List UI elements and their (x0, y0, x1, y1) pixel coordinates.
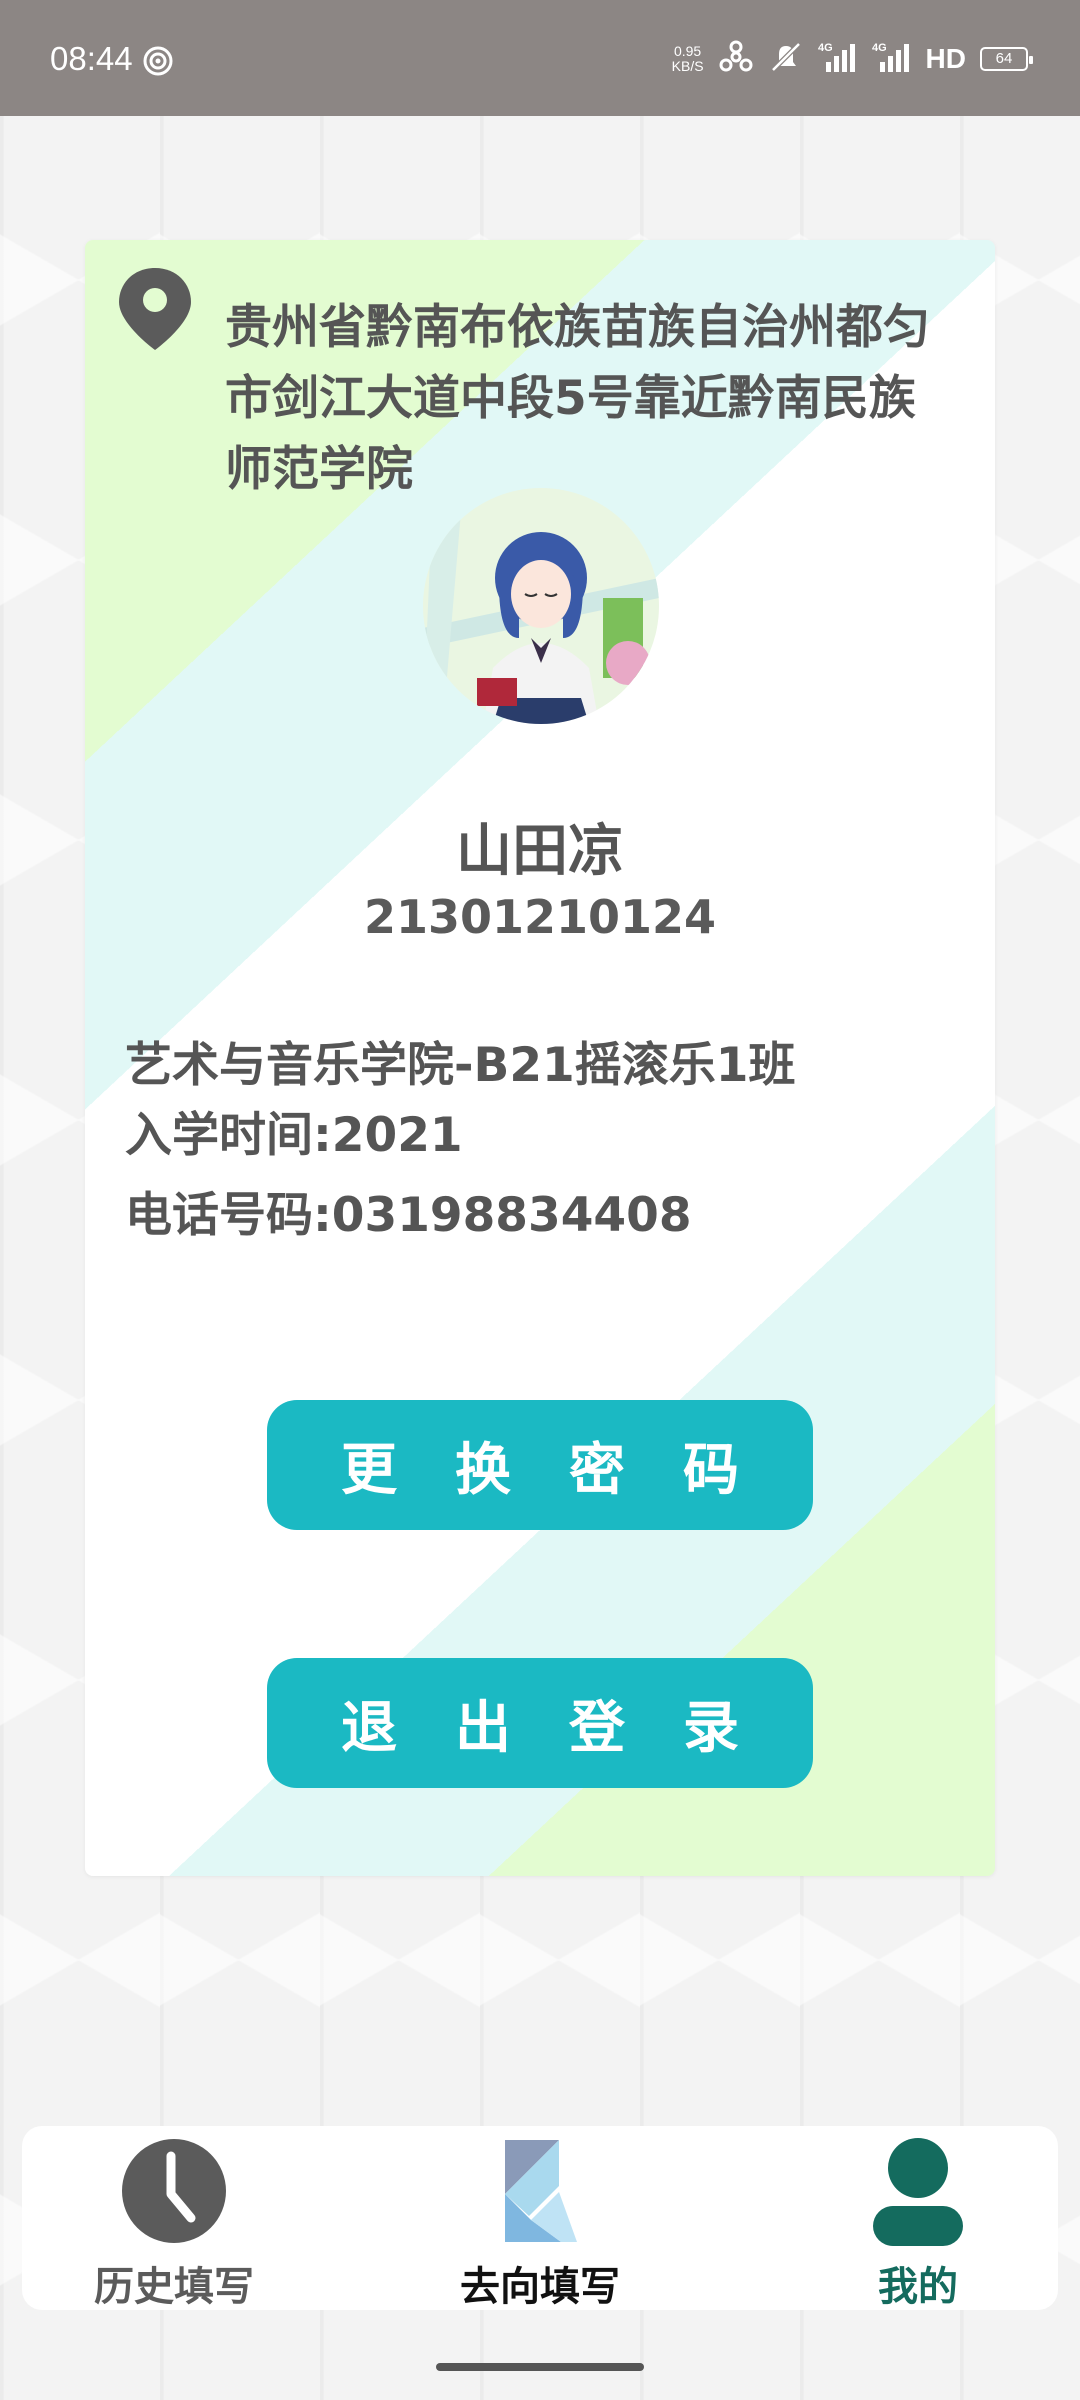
nav-history[interactable]: 历史填写 (44, 2136, 304, 2312)
signal-4g-icon: 4G (818, 40, 858, 78)
svg-text:4G: 4G (818, 42, 833, 54)
mute-bell-icon (768, 40, 804, 78)
home-indicator[interactable] (436, 2363, 644, 2371)
nav-mine[interactable]: 我的 (788, 2136, 1048, 2312)
network-speed: 0.95 KB/S (672, 44, 704, 74)
clock-icon (119, 2139, 229, 2250)
bottom-nav: 历史填写 去向填写 我的 (22, 2126, 1058, 2310)
hd-label: HD (925, 43, 966, 74)
status-time: 08:44 (50, 40, 133, 77)
network-speed-value: 0.95 (673, 43, 702, 59)
status-icons: 0.95 KB/S 4G 4G HD 64 (672, 40, 1033, 78)
profile-card: 贵州省黔南布依族苗族自治州都匀市剑江大道中段5号靠近黔南民族师范学院 山田凉 2… (85, 240, 995, 1876)
enrollment-year: 入学时间:2021 (125, 1108, 463, 1163)
location-pin-icon (115, 264, 195, 358)
fan-icon (718, 40, 754, 78)
network-speed-unit: KB/S (671, 58, 704, 74)
logout-button[interactable]: 退出登录 (267, 1658, 813, 1788)
battery-icon: 64 (980, 47, 1033, 71)
nav-mine-label: 我的 (878, 2264, 958, 2310)
signal-4g-icon-2: 4G (872, 40, 912, 78)
student-name: 山田凉 (456, 819, 624, 884)
phone-number: 电话号码:03198834408 (125, 1188, 692, 1243)
change-password-button[interactable]: 更换密码 (267, 1400, 813, 1530)
nav-fill-label: 去向填写 (460, 2264, 620, 2310)
svg-text:4G: 4G (872, 42, 887, 54)
status-bar: 08:44 0.95 KB/S 4G 4G HD 64 (0, 0, 1080, 116)
avatar[interactable] (423, 488, 659, 724)
person-icon (863, 2138, 973, 2250)
address-text: 贵州省黔南布依族苗族自治州都匀市剑江大道中段5号靠近黔南民族师范学院 (225, 300, 930, 497)
kotlin-logo-icon (485, 2140, 595, 2250)
nav-history-label: 历史填写 (94, 2264, 254, 2310)
student-id: 21301210124 (363, 890, 717, 944)
nav-fill[interactable]: 去向填写 (410, 2136, 670, 2312)
hotspot-icon (142, 45, 174, 81)
class-info: 艺术与音乐学院-B21摇滚乐1班 (125, 1038, 796, 1093)
